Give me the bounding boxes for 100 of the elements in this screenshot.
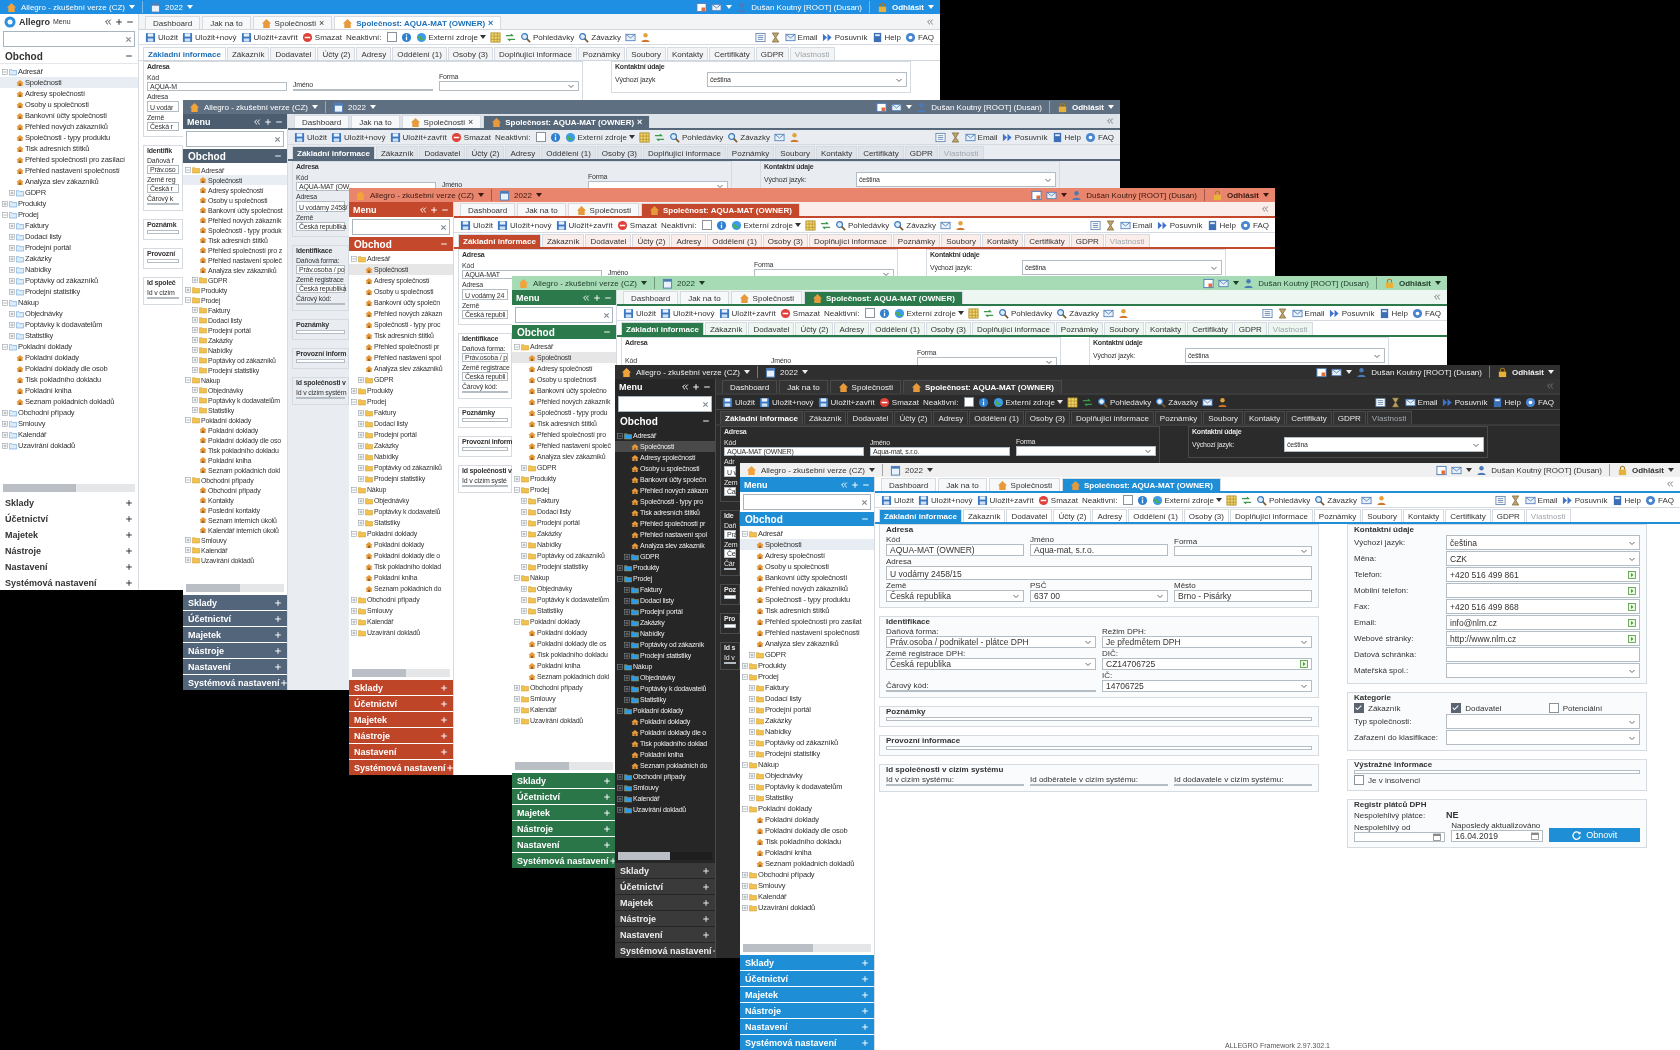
text-field[interactable]: +420 516 499 868 bbox=[1446, 599, 1640, 614]
tab[interactable]: Společnost: AQUA-MAT (OWNER) × bbox=[334, 16, 502, 29]
close-button[interactable]: × bbox=[488, 18, 494, 28]
menu-section[interactable]: Majetek bbox=[740, 987, 874, 1002]
toolbar-button[interactable]: Smazat bbox=[450, 131, 491, 143]
tab[interactable]: Společnosti bbox=[988, 478, 1060, 491]
form-tab[interactable]: Poznámky bbox=[1055, 322, 1104, 335]
tab[interactable]: Dashboard bbox=[460, 203, 516, 216]
tab[interactable]: Dashboard bbox=[881, 478, 937, 491]
toolbar-button[interactable]: Smazat bbox=[301, 31, 342, 43]
form-tab[interactable]: Zákazník bbox=[803, 411, 847, 424]
form-tab[interactable]: Zákazník bbox=[226, 47, 270, 60]
text-field[interactable]: Brno - Pisárky bbox=[1174, 590, 1312, 602]
form-tab[interactable]: Certifikáty bbox=[1187, 322, 1233, 335]
menu-section[interactable]: Majetek bbox=[615, 895, 715, 910]
menu-section[interactable]: Sklady bbox=[512, 773, 616, 788]
toolbar-button[interactable]: Uložit+zavřít bbox=[817, 396, 875, 408]
form-tab[interactable]: Zákazník bbox=[704, 322, 748, 335]
toolbar-button[interactable]: Uložit+zavřít bbox=[718, 307, 776, 319]
text-field[interactable]: CZ14706725 bbox=[1102, 658, 1312, 670]
tab[interactable]: Dashboard bbox=[145, 16, 201, 29]
form-tab[interactable]: Adresy bbox=[505, 146, 541, 159]
toolbar-button[interactable]: Uložit+nový bbox=[331, 131, 386, 143]
toolbar-button[interactable]: Uložit+zavřít bbox=[976, 494, 1034, 506]
text-field[interactable]: Aqua-mat, s.r.o. bbox=[1030, 544, 1168, 556]
menu-section[interactable]: Sklady bbox=[349, 680, 453, 695]
select-field[interactable]: Česká republika bbox=[886, 658, 1096, 670]
form-tab[interactable]: GDPR bbox=[904, 146, 938, 159]
form-tab[interactable]: Poznámky bbox=[577, 47, 626, 60]
toolbar-button[interactable]: FAQ bbox=[1412, 307, 1441, 319]
form-tab[interactable]: Adresy bbox=[933, 411, 969, 424]
app-title[interactable]: Allegro - zkušební verze (CZ) bbox=[204, 102, 309, 112]
form-tab[interactable]: Soubory bbox=[626, 47, 666, 60]
menu-section[interactable]: Sklady bbox=[183, 595, 287, 610]
toolbar-button[interactable]: Posuvník bbox=[1001, 131, 1048, 143]
form-tab[interactable]: Doplňující informace bbox=[493, 47, 577, 60]
form-tab[interactable]: Osoby (3) bbox=[447, 47, 493, 60]
text-field[interactable]: 637 00 bbox=[1030, 590, 1168, 602]
toolbar-button[interactable]: Uložit bbox=[145, 31, 178, 43]
close-button[interactable]: × bbox=[637, 117, 643, 127]
app-title[interactable]: Allegro - zkušební verze (CZ) bbox=[533, 278, 638, 288]
text-field[interactable]: +420 516 499 861 bbox=[1446, 567, 1640, 582]
logout-link[interactable]: Odhlásit bbox=[1072, 102, 1104, 112]
form-tab[interactable]: Adresy bbox=[356, 47, 392, 60]
toolbar-button[interactable]: Závazky bbox=[727, 131, 771, 143]
menu-section[interactable]: Systémová nastavení bbox=[183, 675, 287, 690]
form-tab[interactable]: Poznámky bbox=[726, 146, 775, 159]
menu-section[interactable]: Majetek bbox=[183, 627, 287, 642]
toolbar-button[interactable]: Help bbox=[871, 31, 901, 43]
form-tab[interactable]: Účty (2) bbox=[894, 411, 933, 424]
menu-section[interactable]: Účetnictví bbox=[349, 696, 453, 711]
select-field[interactable]: Česká republika bbox=[886, 590, 1024, 602]
toolbar-button[interactable]: Závazky bbox=[578, 31, 622, 43]
tab[interactable]: Dashboard bbox=[623, 291, 679, 304]
form-tab[interactable]: Osoby (3) bbox=[596, 146, 642, 159]
app-title[interactable]: Allegro - zkušební verze (CZ) bbox=[636, 367, 741, 377]
text-field[interactable]: AQUA-MAT (OWNER) bbox=[886, 544, 1024, 556]
form-tab[interactable]: Doplňující informace bbox=[971, 322, 1055, 335]
form-tab[interactable]: Kontakty bbox=[1403, 509, 1445, 522]
toolbar-button[interactable]: Závazky bbox=[1056, 307, 1100, 319]
form-tab[interactable]: Oddělení (1) bbox=[541, 146, 596, 159]
menu-section[interactable]: Nástroje bbox=[740, 1003, 874, 1018]
toolbar-button[interactable]: FAQ bbox=[905, 31, 934, 43]
menu-section[interactable]: Účetnictví bbox=[183, 611, 287, 626]
logout-link[interactable]: Odhlásit bbox=[1227, 190, 1259, 200]
toolbar-button[interactable]: FAQ bbox=[1085, 131, 1114, 143]
menu-section[interactable]: Systémová nastavení bbox=[512, 853, 616, 868]
form-tab[interactable]: Základní informace bbox=[292, 146, 375, 159]
close-button[interactable]: × bbox=[318, 18, 325, 28]
toolbar-button[interactable]: Externí zdroje bbox=[992, 396, 1063, 408]
form-tab[interactable]: GDPR bbox=[1332, 411, 1366, 424]
form-tab[interactable]: Kontakty bbox=[982, 234, 1024, 247]
select-field[interactable]: čeština bbox=[1446, 535, 1640, 550]
toolbar-button[interactable]: Email bbox=[1404, 396, 1438, 408]
form-tab[interactable]: Kontakty bbox=[667, 47, 709, 60]
form-tab[interactable]: Adresy bbox=[1092, 509, 1128, 522]
toolbar-button[interactable]: Email bbox=[1291, 307, 1325, 319]
menu-section[interactable]: Nastavení bbox=[512, 837, 616, 852]
form-tab[interactable]: Účty (2) bbox=[466, 146, 505, 159]
form-tab[interactable]: Účty (2) bbox=[795, 322, 834, 335]
toolbar-button[interactable]: Externí zdroje bbox=[730, 219, 801, 231]
form-tab[interactable]: Doplňující informace bbox=[1070, 411, 1154, 424]
toolbar-button[interactable]: Posuvník bbox=[1328, 307, 1375, 319]
menu-section[interactable]: Nastavení bbox=[740, 1019, 874, 1034]
tab[interactable]: Dashboard bbox=[294, 115, 350, 128]
form-tab[interactable]: Základní informace bbox=[720, 411, 803, 424]
tab[interactable]: Jak na to bbox=[680, 291, 729, 304]
toolbar-button[interactable]: Pohledávky bbox=[519, 31, 575, 43]
form-tab[interactable]: Základní informace bbox=[458, 234, 541, 247]
form-tab[interactable]: Certifikáty bbox=[1445, 509, 1491, 522]
user-name[interactable]: Dušan Koutný [ROOT] (Dusan) bbox=[1491, 465, 1602, 475]
toolbar-button[interactable]: Uložit bbox=[881, 494, 914, 506]
menu-section[interactable]: Systémová nastavení bbox=[740, 1035, 874, 1050]
tab[interactable]: Jak na to bbox=[517, 203, 566, 216]
form-tab[interactable]: Poznámky bbox=[1154, 411, 1203, 424]
toolbar-button[interactable]: Závazky bbox=[1314, 494, 1358, 506]
tab[interactable]: Jak na to bbox=[938, 478, 987, 491]
section-header[interactable]: Obchod bbox=[183, 149, 287, 163]
form-tab[interactable]: Účty (2) bbox=[1053, 509, 1092, 522]
menu-section[interactable]: Systémová nastavení bbox=[349, 760, 453, 775]
